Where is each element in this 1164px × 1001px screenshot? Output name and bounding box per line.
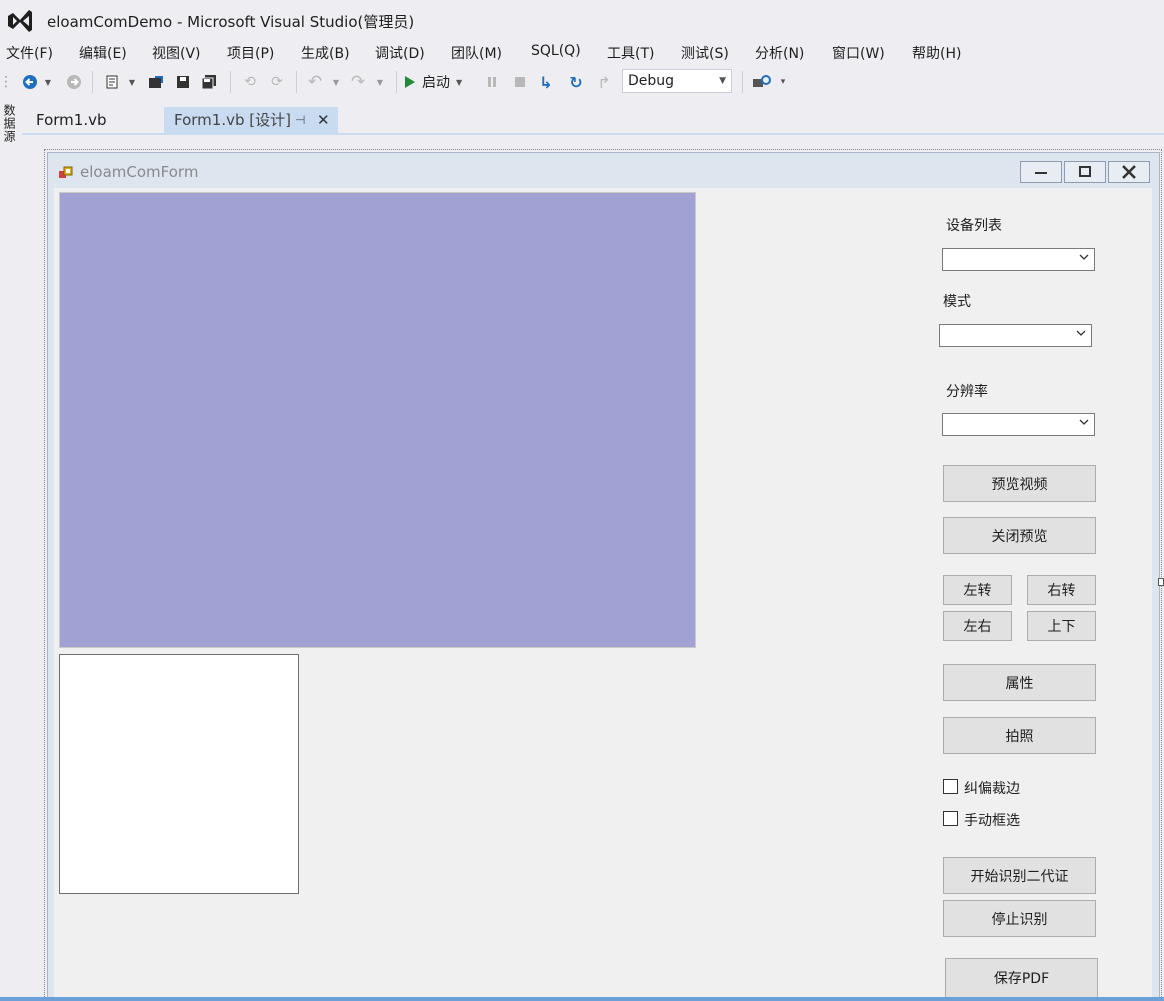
resolution-label: 分辨率 [946, 384, 988, 400]
stop-recognition-button[interactable]: 停止识别 [943, 900, 1096, 937]
chevron-down-icon: ▼ [719, 76, 726, 86]
forward-icon[interactable] [64, 71, 84, 93]
save-pdf-button[interactable]: 保存PDF [945, 958, 1098, 998]
step-over-icon[interactable]: ↻ [566, 71, 586, 93]
toolbar-grip-icon: ⋮ [0, 74, 13, 90]
save-icon[interactable] [173, 71, 193, 93]
new-dropdown-icon[interactable]: ▼ [126, 71, 138, 93]
manual-select-label: 手动框选 [964, 813, 1020, 829]
pin-icon[interactable]: ⊣ [295, 107, 305, 134]
flip-horizontal-button[interactable]: 左右 [943, 611, 1012, 641]
redo-icon[interactable]: ↷ [348, 71, 368, 93]
step-out-icon[interactable]: ↱ [594, 71, 614, 93]
mode-label: 模式 [943, 294, 971, 310]
properties-button[interactable]: 属性 [943, 664, 1096, 701]
toolbar-separator [396, 71, 397, 93]
form-app-icon [58, 165, 74, 181]
undo-icon[interactable]: ↶ [305, 71, 325, 93]
find-icon[interactable] [752, 71, 772, 93]
toolbar-separator [230, 71, 231, 93]
open-file-icon[interactable] [146, 71, 166, 93]
toolbar-separator [92, 71, 93, 93]
start-dropdown-icon[interactable]: ▼ [456, 78, 462, 87]
tab-form1-design[interactable]: Form1.vb [设计] ⊣ ✕ [164, 107, 338, 134]
close-icon [1122, 165, 1136, 179]
chevron-down-icon [1076, 330, 1086, 336]
menu-help[interactable]: 帮助(H) [912, 43, 961, 63]
toolbar-separator [742, 71, 743, 93]
close-preview-button[interactable]: 关闭预览 [943, 517, 1096, 554]
chevron-down-icon [1079, 254, 1089, 260]
comment-icon[interactable]: ⟲ [240, 71, 260, 93]
new-project-icon[interactable] [102, 71, 122, 93]
thumbnail-area[interactable] [59, 654, 299, 894]
redo-dropdown-icon[interactable]: ▼ [374, 71, 386, 93]
toolbar-separator [296, 71, 297, 93]
uncomment-icon[interactable]: ⟳ [267, 71, 287, 93]
visual-studio-logo-icon [6, 8, 34, 34]
maximize-button[interactable] [1064, 161, 1106, 183]
menu-view[interactable]: 视图(V) [152, 43, 201, 63]
video-preview-area[interactable] [59, 192, 696, 648]
menu-analyze[interactable]: 分析(N) [755, 43, 804, 63]
menu-window[interactable]: 窗口(W) [832, 43, 885, 63]
deskew-label: 纠偏裁边 [964, 781, 1020, 797]
deskew-checkbox[interactable] [943, 779, 958, 794]
menu-bar: 文件(F) 编辑(E) 视图(V) 项目(P) 生成(B) 调试(D) 团队(M… [0, 40, 1164, 64]
menu-sql[interactable]: SQL(Q) [531, 43, 581, 59]
title-bar: eloamComDemo - Microsoft Visual Studio(管… [0, 0, 1164, 40]
preview-video-button[interactable]: 预览视频 [943, 465, 1096, 502]
undo-dropdown-icon[interactable]: ▼ [330, 71, 342, 93]
data-sources-tab[interactable]: 数据源 [2, 104, 18, 143]
form-caption: eloamComForm [80, 163, 199, 181]
minimize-button[interactable] [1020, 161, 1062, 183]
manual-select-checkbox[interactable] [943, 811, 958, 826]
back-icon[interactable] [20, 71, 40, 93]
status-bar-edge [0, 997, 1164, 1001]
capture-photo-button[interactable]: 拍照 [943, 717, 1096, 754]
start-label: 启动 [422, 75, 450, 91]
flip-vertical-button[interactable]: 上下 [1027, 611, 1096, 641]
start-button[interactable]: 启动 ▼ [404, 71, 462, 93]
document-tabs: Form1.vb Form1.vb [设计] ⊣ ✕ [22, 107, 1164, 134]
rotate-right-button[interactable]: 右转 [1027, 575, 1096, 605]
mode-combo[interactable] [939, 324, 1092, 347]
solution-configuration-select[interactable]: Debug ▼ [622, 69, 732, 93]
step-into-icon[interactable]: ↳ [536, 71, 556, 93]
toolbar: ⋮ ▼ ▼ ⟲ ⟳ ↶ ▼ ↷ ▼ 启动 ▼ ↳ ↻ ↱ Debug ▼ ▾ [0, 67, 1164, 97]
start-id-recognition-button[interactable]: 开始识别二代证 [943, 857, 1096, 894]
window-title: eloamComDemo - Microsoft Visual Studio(管… [47, 13, 415, 31]
start-icon [405, 76, 415, 88]
resize-handle[interactable] [1158, 578, 1164, 586]
menu-build[interactable]: 生成(B) [301, 43, 350, 63]
toolbar-overflow-icon[interactable]: ▾ [776, 71, 790, 93]
menu-file[interactable]: 文件(F) [6, 43, 53, 63]
close-button[interactable] [1108, 161, 1150, 183]
device-list-combo[interactable] [942, 248, 1095, 271]
close-icon[interactable]: ✕ [317, 107, 330, 134]
tab-form1-code[interactable]: Form1.vb [26, 107, 156, 134]
pause-icon[interactable] [482, 71, 502, 93]
menu-edit[interactable]: 编辑(E) [79, 43, 127, 63]
menu-tools[interactable]: 工具(T) [607, 43, 654, 63]
save-all-icon[interactable] [200, 71, 220, 93]
rotate-left-button[interactable]: 左转 [943, 575, 1012, 605]
minimize-icon [1035, 172, 1047, 174]
side-tool-strip [0, 97, 22, 1001]
back-dropdown-icon[interactable]: ▼ [42, 71, 54, 93]
menu-test[interactable]: 测试(S) [681, 43, 729, 63]
tab-label: Form1.vb [设计] [174, 111, 291, 129]
chevron-down-icon [1079, 419, 1089, 425]
resolution-combo[interactable] [942, 413, 1095, 436]
menu-debug[interactable]: 调试(D) [375, 43, 425, 63]
menu-team[interactable]: 团队(M) [451, 43, 502, 63]
maximize-icon [1079, 166, 1091, 177]
configuration-value: Debug [628, 73, 675, 89]
menu-project[interactable]: 项目(P) [227, 43, 274, 63]
device-list-label: 设备列表 [946, 218, 1002, 234]
tab-label: Form1.vb [36, 111, 107, 129]
stop-icon[interactable] [510, 71, 530, 93]
